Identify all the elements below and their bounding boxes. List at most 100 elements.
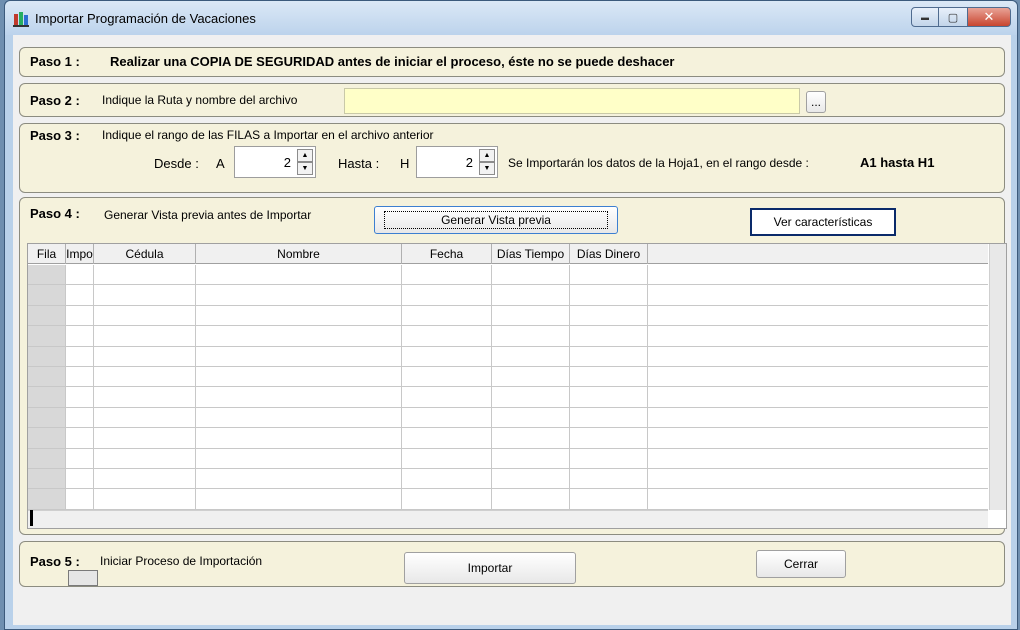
table-cell[interactable] [648, 285, 988, 304]
col-header-dias-dinero[interactable]: Días Dinero [570, 244, 648, 264]
row-selector-cell[interactable] [28, 448, 66, 468]
table-cell[interactable] [492, 366, 570, 387]
file-path-input[interactable] [344, 88, 800, 114]
table-cell[interactable] [402, 468, 492, 489]
table-cell[interactable] [570, 265, 648, 285]
table-cell[interactable] [66, 448, 94, 468]
table-row[interactable] [28, 407, 988, 429]
row-selector-cell[interactable] [28, 346, 66, 366]
col-header-dias-tiempo[interactable]: Días Tiempo [492, 244, 570, 264]
table-cell[interactable] [196, 346, 402, 366]
col-header-fecha[interactable]: Fecha [402, 244, 492, 264]
horizontal-scrollbar[interactable] [28, 510, 988, 528]
table-cell[interactable] [648, 428, 988, 447]
vertical-scrollbar[interactable] [989, 244, 1006, 510]
table-row[interactable] [28, 305, 988, 327]
col-header-nombre[interactable]: Nombre [196, 244, 402, 264]
table-cell[interactable] [648, 387, 988, 406]
table-cell[interactable] [492, 305, 570, 326]
table-cell[interactable] [492, 346, 570, 366]
table-cell[interactable] [402, 305, 492, 326]
import-button[interactable]: Importar [404, 552, 576, 584]
table-cell[interactable] [492, 468, 570, 489]
table-row[interactable] [28, 265, 988, 286]
table-cell[interactable] [94, 468, 196, 489]
table-cell[interactable] [570, 468, 648, 489]
table-cell[interactable] [196, 305, 402, 326]
table-cell[interactable] [402, 448, 492, 468]
hasta-down-button[interactable]: ▼ [479, 162, 495, 175]
table-cell[interactable] [648, 408, 988, 427]
table-cell[interactable] [66, 468, 94, 489]
table-cell[interactable] [402, 346, 492, 366]
col-header-fila[interactable]: Fila [28, 244, 66, 264]
table-cell[interactable] [196, 326, 402, 346]
table-cell[interactable] [648, 367, 988, 386]
close-window-button[interactable]: ✕ [967, 7, 1011, 27]
table-cell[interactable] [94, 387, 196, 407]
generate-preview-button[interactable]: Generar Vista previa [374, 206, 618, 234]
table-cell[interactable] [648, 347, 988, 366]
features-button[interactable]: Ver características [750, 208, 896, 236]
table-cell[interactable] [196, 366, 402, 387]
table-cell[interactable] [66, 387, 94, 407]
table-cell[interactable] [66, 407, 94, 428]
browse-button[interactable]: ... [806, 91, 826, 113]
table-cell[interactable] [66, 489, 94, 509]
table-cell[interactable] [196, 387, 402, 407]
table-cell[interactable] [66, 366, 94, 387]
table-cell[interactable] [570, 489, 648, 509]
table-cell[interactable] [402, 366, 492, 387]
table-cell[interactable] [402, 265, 492, 285]
table-cell[interactable] [94, 428, 196, 448]
title-bar[interactable]: Importar Programación de Vacaciones ▬ ▢ … [5, 1, 1017, 35]
table-cell[interactable] [402, 407, 492, 428]
row-selector-cell[interactable] [28, 326, 66, 346]
table-cell[interactable] [570, 285, 648, 305]
table-cell[interactable] [648, 265, 988, 284]
col-header-impo[interactable]: Impo [66, 244, 94, 264]
desde-spinner[interactable]: 2 ▲ ▼ [234, 146, 316, 178]
table-cell[interactable] [648, 489, 988, 508]
table-row[interactable] [28, 468, 988, 490]
table-cell[interactable] [570, 305, 648, 326]
row-selector-cell[interactable] [28, 265, 66, 285]
table-cell[interactable] [94, 407, 196, 428]
table-cell[interactable] [570, 407, 648, 428]
row-selector-cell[interactable] [28, 305, 66, 326]
table-cell[interactable] [196, 448, 402, 468]
table-cell[interactable] [402, 387, 492, 407]
table-row[interactable] [28, 346, 988, 367]
row-selector-cell[interactable] [28, 285, 66, 305]
row-selector-cell[interactable] [28, 366, 66, 387]
table-row[interactable] [28, 387, 988, 408]
table-cell[interactable] [492, 407, 570, 428]
row-selector-cell[interactable] [28, 387, 66, 407]
table-cell[interactable] [196, 407, 402, 428]
table-cell[interactable] [570, 448, 648, 468]
table-cell[interactable] [196, 285, 402, 305]
row-selector-cell[interactable] [28, 468, 66, 489]
table-cell[interactable] [66, 305, 94, 326]
table-cell[interactable] [94, 346, 196, 366]
row-selector-cell[interactable] [28, 489, 66, 509]
maximize-button[interactable]: ▢ [939, 7, 967, 27]
table-cell[interactable] [648, 326, 988, 345]
table-cell[interactable] [196, 489, 402, 509]
col-header-cedula[interactable]: Cédula [94, 244, 196, 264]
table-cell[interactable] [492, 489, 570, 509]
table-cell[interactable] [402, 428, 492, 448]
table-cell[interactable] [66, 285, 94, 305]
table-cell[interactable] [196, 428, 402, 448]
table-cell[interactable] [570, 387, 648, 407]
hasta-spinner[interactable]: 2 ▲ ▼ [416, 146, 498, 178]
table-cell[interactable] [648, 306, 988, 325]
table-cell[interactable] [570, 366, 648, 387]
minimize-button[interactable]: ▬ [911, 7, 939, 27]
table-cell[interactable] [492, 265, 570, 285]
table-cell[interactable] [570, 428, 648, 448]
table-row[interactable] [28, 448, 988, 469]
table-row[interactable] [28, 285, 988, 306]
table-cell[interactable] [402, 489, 492, 509]
table-cell[interactable] [492, 326, 570, 346]
